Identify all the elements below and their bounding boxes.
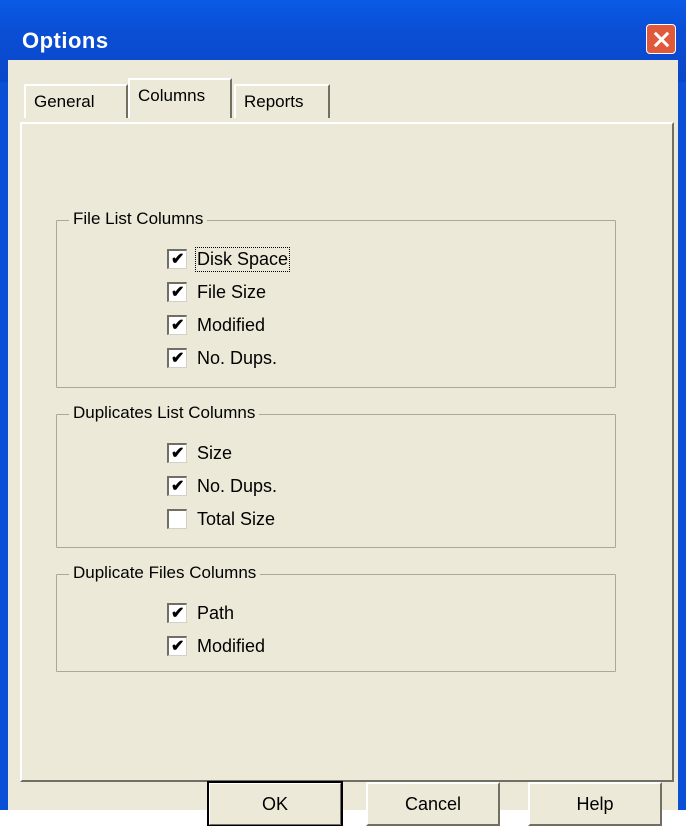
group-title: Duplicates List Columns bbox=[69, 403, 260, 423]
checkbox-label: Disk Space bbox=[194, 247, 291, 272]
checkbox-label: No. Dups. bbox=[197, 348, 278, 368]
tab-general[interactable]: General bbox=[24, 84, 128, 118]
checkbox-box[interactable]: ✔ bbox=[167, 249, 187, 269]
group-title: Duplicate Files Columns bbox=[69, 563, 261, 583]
columns-tab-panel: File List Columns ✔ Disk Space ✔ File Si… bbox=[20, 122, 674, 782]
dialog-client-area: General Columns Reports File List Column… bbox=[8, 60, 678, 826]
checkbox-label: File Size bbox=[197, 282, 267, 302]
check-mark-icon: ✔ bbox=[171, 638, 185, 655]
check-mark-icon: ✔ bbox=[171, 284, 185, 301]
checkbox-box[interactable]: ✔ bbox=[167, 636, 187, 656]
check-mark-icon: ✔ bbox=[171, 478, 185, 495]
check-mark-icon: ✔ bbox=[171, 350, 185, 367]
checkbox-label: Modified bbox=[197, 636, 266, 656]
checkbox-label: Size bbox=[197, 443, 233, 463]
checkbox-box[interactable]: ✔ bbox=[167, 348, 187, 368]
checkbox-box[interactable]: ✔ bbox=[167, 315, 187, 335]
tab-general-label: General bbox=[34, 92, 95, 111]
check-mark-icon: ✔ bbox=[171, 317, 185, 334]
ok-button-label: OK bbox=[261, 793, 288, 814]
checkbox-label: Modified bbox=[197, 315, 266, 335]
options-dialog: Options General Columns Reports File Lis… bbox=[0, 0, 686, 826]
tab-reports[interactable]: Reports bbox=[234, 84, 330, 118]
help-button[interactable]: Help bbox=[528, 782, 662, 826]
checkbox-label: Path bbox=[197, 603, 235, 623]
checkbox-box[interactable]: ✔ bbox=[167, 476, 187, 496]
checkbox-box[interactable]: ✔ bbox=[167, 603, 187, 623]
checkbox-box[interactable]: ✔ bbox=[167, 443, 187, 463]
check-mark-icon: ✔ bbox=[171, 605, 185, 622]
checkbox-box[interactable] bbox=[167, 509, 187, 529]
cancel-button-label: Cancel bbox=[404, 793, 462, 814]
file-list-columns-group: File List Columns ✔ Disk Space ✔ File Si… bbox=[56, 209, 616, 388]
tab-columns-label: Columns bbox=[138, 86, 206, 105]
close-icon[interactable] bbox=[646, 24, 676, 54]
ok-button[interactable]: OK bbox=[207, 781, 343, 826]
check-mark-icon: ✔ bbox=[171, 445, 185, 462]
checkbox-label: No. Dups. bbox=[197, 476, 278, 496]
checkbox-box[interactable]: ✔ bbox=[167, 282, 187, 302]
duplicates-list-columns-group: Duplicates List Columns ✔ Size ✔ No. Dup… bbox=[56, 403, 616, 548]
check-mark-icon: ✔ bbox=[171, 251, 185, 268]
tab-reports-label: Reports bbox=[244, 92, 304, 111]
duplicate-files-columns-group: Duplicate Files Columns ✔ Path ✔ Modifie… bbox=[56, 563, 616, 672]
window-title: Options bbox=[22, 28, 109, 53]
tab-columns[interactable]: Columns bbox=[128, 78, 232, 118]
group-title: File List Columns bbox=[69, 209, 208, 229]
cancel-button[interactable]: Cancel bbox=[366, 782, 500, 826]
checkbox-label: Total Size bbox=[197, 509, 276, 529]
help-button-label: Help bbox=[576, 793, 614, 814]
